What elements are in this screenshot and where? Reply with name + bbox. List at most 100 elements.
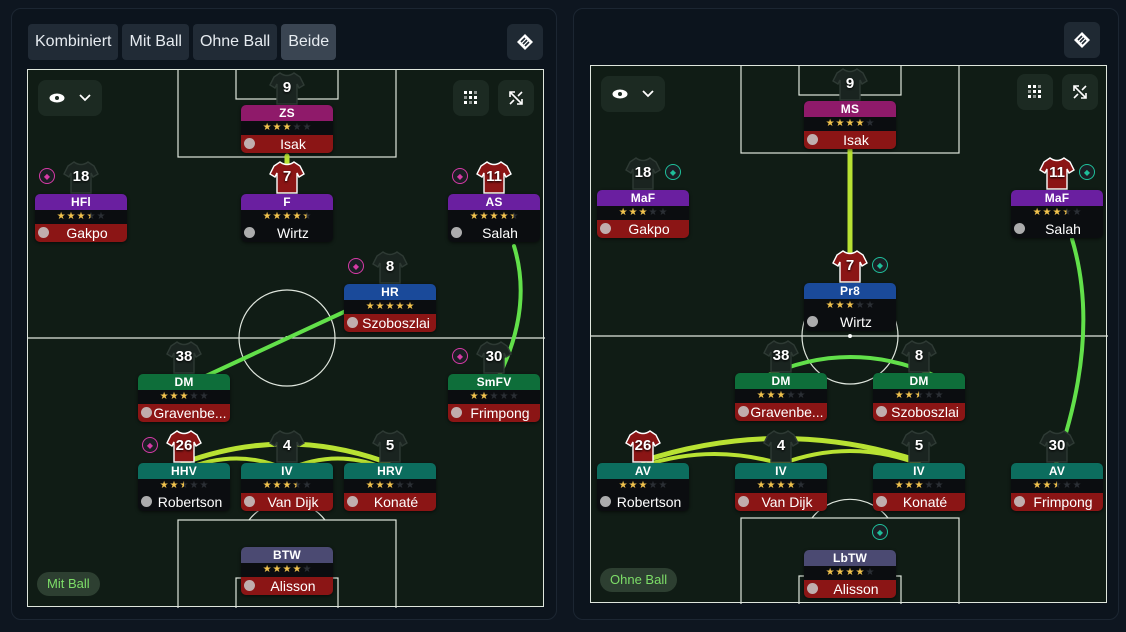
rating-star: ★ — [825, 567, 835, 578]
player-name: Gravenbe... — [138, 404, 230, 422]
rating-star: ★ — [835, 118, 845, 129]
player-card[interactable]: LbTW ★ ★ ★ ★ ★ Alisson — [804, 550, 896, 598]
player-role: HRV — [344, 463, 436, 479]
avatar-icon — [1014, 496, 1025, 507]
avatar-icon — [738, 496, 749, 507]
tactics-board-button[interactable] — [507, 24, 543, 60]
rating-star: ★ — [292, 480, 302, 491]
rating-star: ★ — [189, 391, 199, 402]
player-name: Gravenbe... — [735, 403, 827, 421]
avatar-icon — [807, 583, 818, 594]
rating-star: ★ — [766, 390, 776, 401]
player-card[interactable]: HFl ★ ★ ★ ★ ★ Gakpo — [35, 194, 127, 242]
player-name: Konaté — [344, 493, 436, 511]
rating-star: ★ — [855, 118, 865, 129]
rating-star: ★ — [1072, 480, 1082, 491]
player-card[interactable]: IV ★ ★ ★ ★ ★ Van Dijk — [735, 463, 827, 511]
player-rating: ★ ★ ★ ★ ★ — [735, 389, 827, 403]
rating-star: ★ — [648, 207, 658, 218]
tab-kombiniert[interactable]: Kombiniert — [28, 24, 119, 60]
rating-star: ★ — [292, 564, 302, 575]
tab-mit-ball[interactable]: Mit Ball — [122, 24, 189, 60]
rating-star: ★ — [1062, 480, 1072, 491]
avatar-icon — [600, 223, 611, 234]
player-name: Szoboszlai — [344, 314, 436, 332]
trait-icon: ◆ — [1079, 164, 1095, 180]
player-card[interactable]: HR ★ ★ ★ ★ ★ Szoboszlai — [344, 284, 436, 332]
rating-star: ★ — [375, 480, 385, 491]
player-rating: ★ ★ ★ ★ ★ — [1011, 206, 1103, 220]
player-card[interactable]: DM ★ ★ ★ ★ ★ Gravenbe... — [735, 373, 827, 421]
player-card[interactable]: MS ★ ★ ★ ★ ★ Isak — [804, 101, 896, 149]
rating-star: ★ — [282, 211, 292, 222]
player-role: BTW — [241, 547, 333, 563]
avatar-icon — [876, 406, 887, 417]
player-card[interactable]: HRV ★ ★ ★ ★ ★ Konaté — [344, 463, 436, 511]
player-name: Konaté — [873, 493, 965, 511]
player-card[interactable]: AS ★ ★ ★ ★ ★ Salah — [448, 194, 540, 242]
rating-star: ★ — [904, 480, 914, 491]
rating-star: ★ — [648, 480, 658, 491]
shirt-number: 38 — [175, 348, 193, 365]
player-role: IV — [735, 463, 827, 479]
rating-star: ★ — [272, 480, 282, 491]
right-formation-panel: Ohne Ball 9 MS ★ ★ ★ ★ ★ Isak 18 ◆ MaF ★ ★ ★ ★ ★ Gakpo 11… — [573, 8, 1119, 620]
player-card[interactable]: DM ★ ★ ★ ★ ★ Szoboszlai — [873, 373, 965, 421]
player-card[interactable]: ZS ★ ★ ★ ★ ★ Isak — [241, 105, 333, 153]
player-card[interactable]: AV ★ ★ ★ ★ ★ Robertson — [597, 463, 689, 511]
rating-star: ★ — [375, 301, 385, 312]
tab-beide[interactable]: Beide — [281, 24, 337, 60]
player-card[interactable]: F ★ ★ ★ ★ ★ Wirtz — [241, 194, 333, 242]
rating-star: ★ — [179, 391, 189, 402]
rating-star: ★ — [159, 391, 169, 402]
player-card[interactable]: Pr8 ★ ★ ★ ★ ★ Wirtz — [804, 283, 896, 331]
player-rating: ★ ★ ★ ★ ★ — [804, 117, 896, 131]
rating-star: ★ — [272, 122, 282, 133]
avatar-icon — [600, 496, 611, 507]
view-tabs: Kombiniert Mit Ball Ohne Ball Beide — [28, 24, 337, 60]
player-card[interactable]: SmFV ★ ★ ★ ★ ★ Frimpong — [448, 374, 540, 422]
rating-star: ★ — [914, 390, 924, 401]
player-role: HR — [344, 284, 436, 300]
rating-star: ★ — [766, 480, 776, 491]
rating-star: ★ — [865, 567, 875, 578]
pitch-without-ball: Ohne Ball 9 MS ★ ★ ★ ★ ★ Isak 18 ◆ MaF ★ ★ ★ ★ ★ Gakpo 11… — [590, 65, 1108, 604]
tactics-board-button[interactable] — [1064, 22, 1100, 58]
shirt-number: 18 — [72, 168, 90, 185]
tactics-board-icon — [517, 34, 533, 50]
shirt-number: 7 — [845, 257, 855, 274]
grid-icon — [1028, 85, 1041, 98]
rating-star: ★ — [66, 211, 76, 222]
player-name: Isak — [804, 131, 896, 149]
player-card[interactable]: AV ★ ★ ★ ★ ★ Frimpong — [1011, 463, 1103, 511]
avatar-icon — [141, 407, 152, 418]
player-role: SmFV — [448, 374, 540, 390]
grid-toggle-button[interactable] — [453, 80, 489, 116]
shirt-number: 26 — [634, 437, 652, 454]
rating-star: ★ — [169, 480, 179, 491]
player-role: DM — [735, 373, 827, 389]
grid-toggle-button[interactable] — [1017, 74, 1053, 110]
trait-icon: ◆ — [142, 437, 158, 453]
chevron-down-icon — [79, 94, 91, 102]
player-card[interactable]: HHV ★ ★ ★ ★ ★ Robertson — [138, 463, 230, 511]
shirt-number: 7 — [282, 168, 292, 185]
expand-button[interactable] — [498, 80, 534, 116]
avatar-icon — [1014, 223, 1025, 234]
tab-ohne-ball[interactable]: Ohne Ball — [192, 24, 278, 60]
shirt-number: 18 — [634, 164, 652, 181]
rating-star: ★ — [385, 301, 395, 312]
player-card[interactable]: MaF ★ ★ ★ ★ ★ Salah — [1011, 190, 1103, 238]
rating-star: ★ — [855, 300, 865, 311]
expand-button[interactable] — [1062, 74, 1098, 110]
player-card[interactable]: IV ★ ★ ★ ★ ★ Konaté — [873, 463, 965, 511]
left-formation-panel: Kombiniert Mit Ball Ohne Ball Beide Mit … — [11, 8, 557, 620]
player-card[interactable]: BTW ★ ★ ★ ★ ★ Alisson — [241, 547, 333, 595]
visibility-dropdown[interactable] — [38, 80, 102, 116]
avatar-icon — [244, 227, 255, 238]
player-rating: ★ ★ ★ ★ ★ — [448, 390, 540, 404]
player-card[interactable]: IV ★ ★ ★ ★ ★ Van Dijk — [241, 463, 333, 511]
visibility-dropdown[interactable] — [601, 76, 665, 112]
player-card[interactable]: DM ★ ★ ★ ★ ★ Gravenbe... — [138, 374, 230, 422]
player-card[interactable]: MaF ★ ★ ★ ★ ★ Gakpo — [597, 190, 689, 238]
